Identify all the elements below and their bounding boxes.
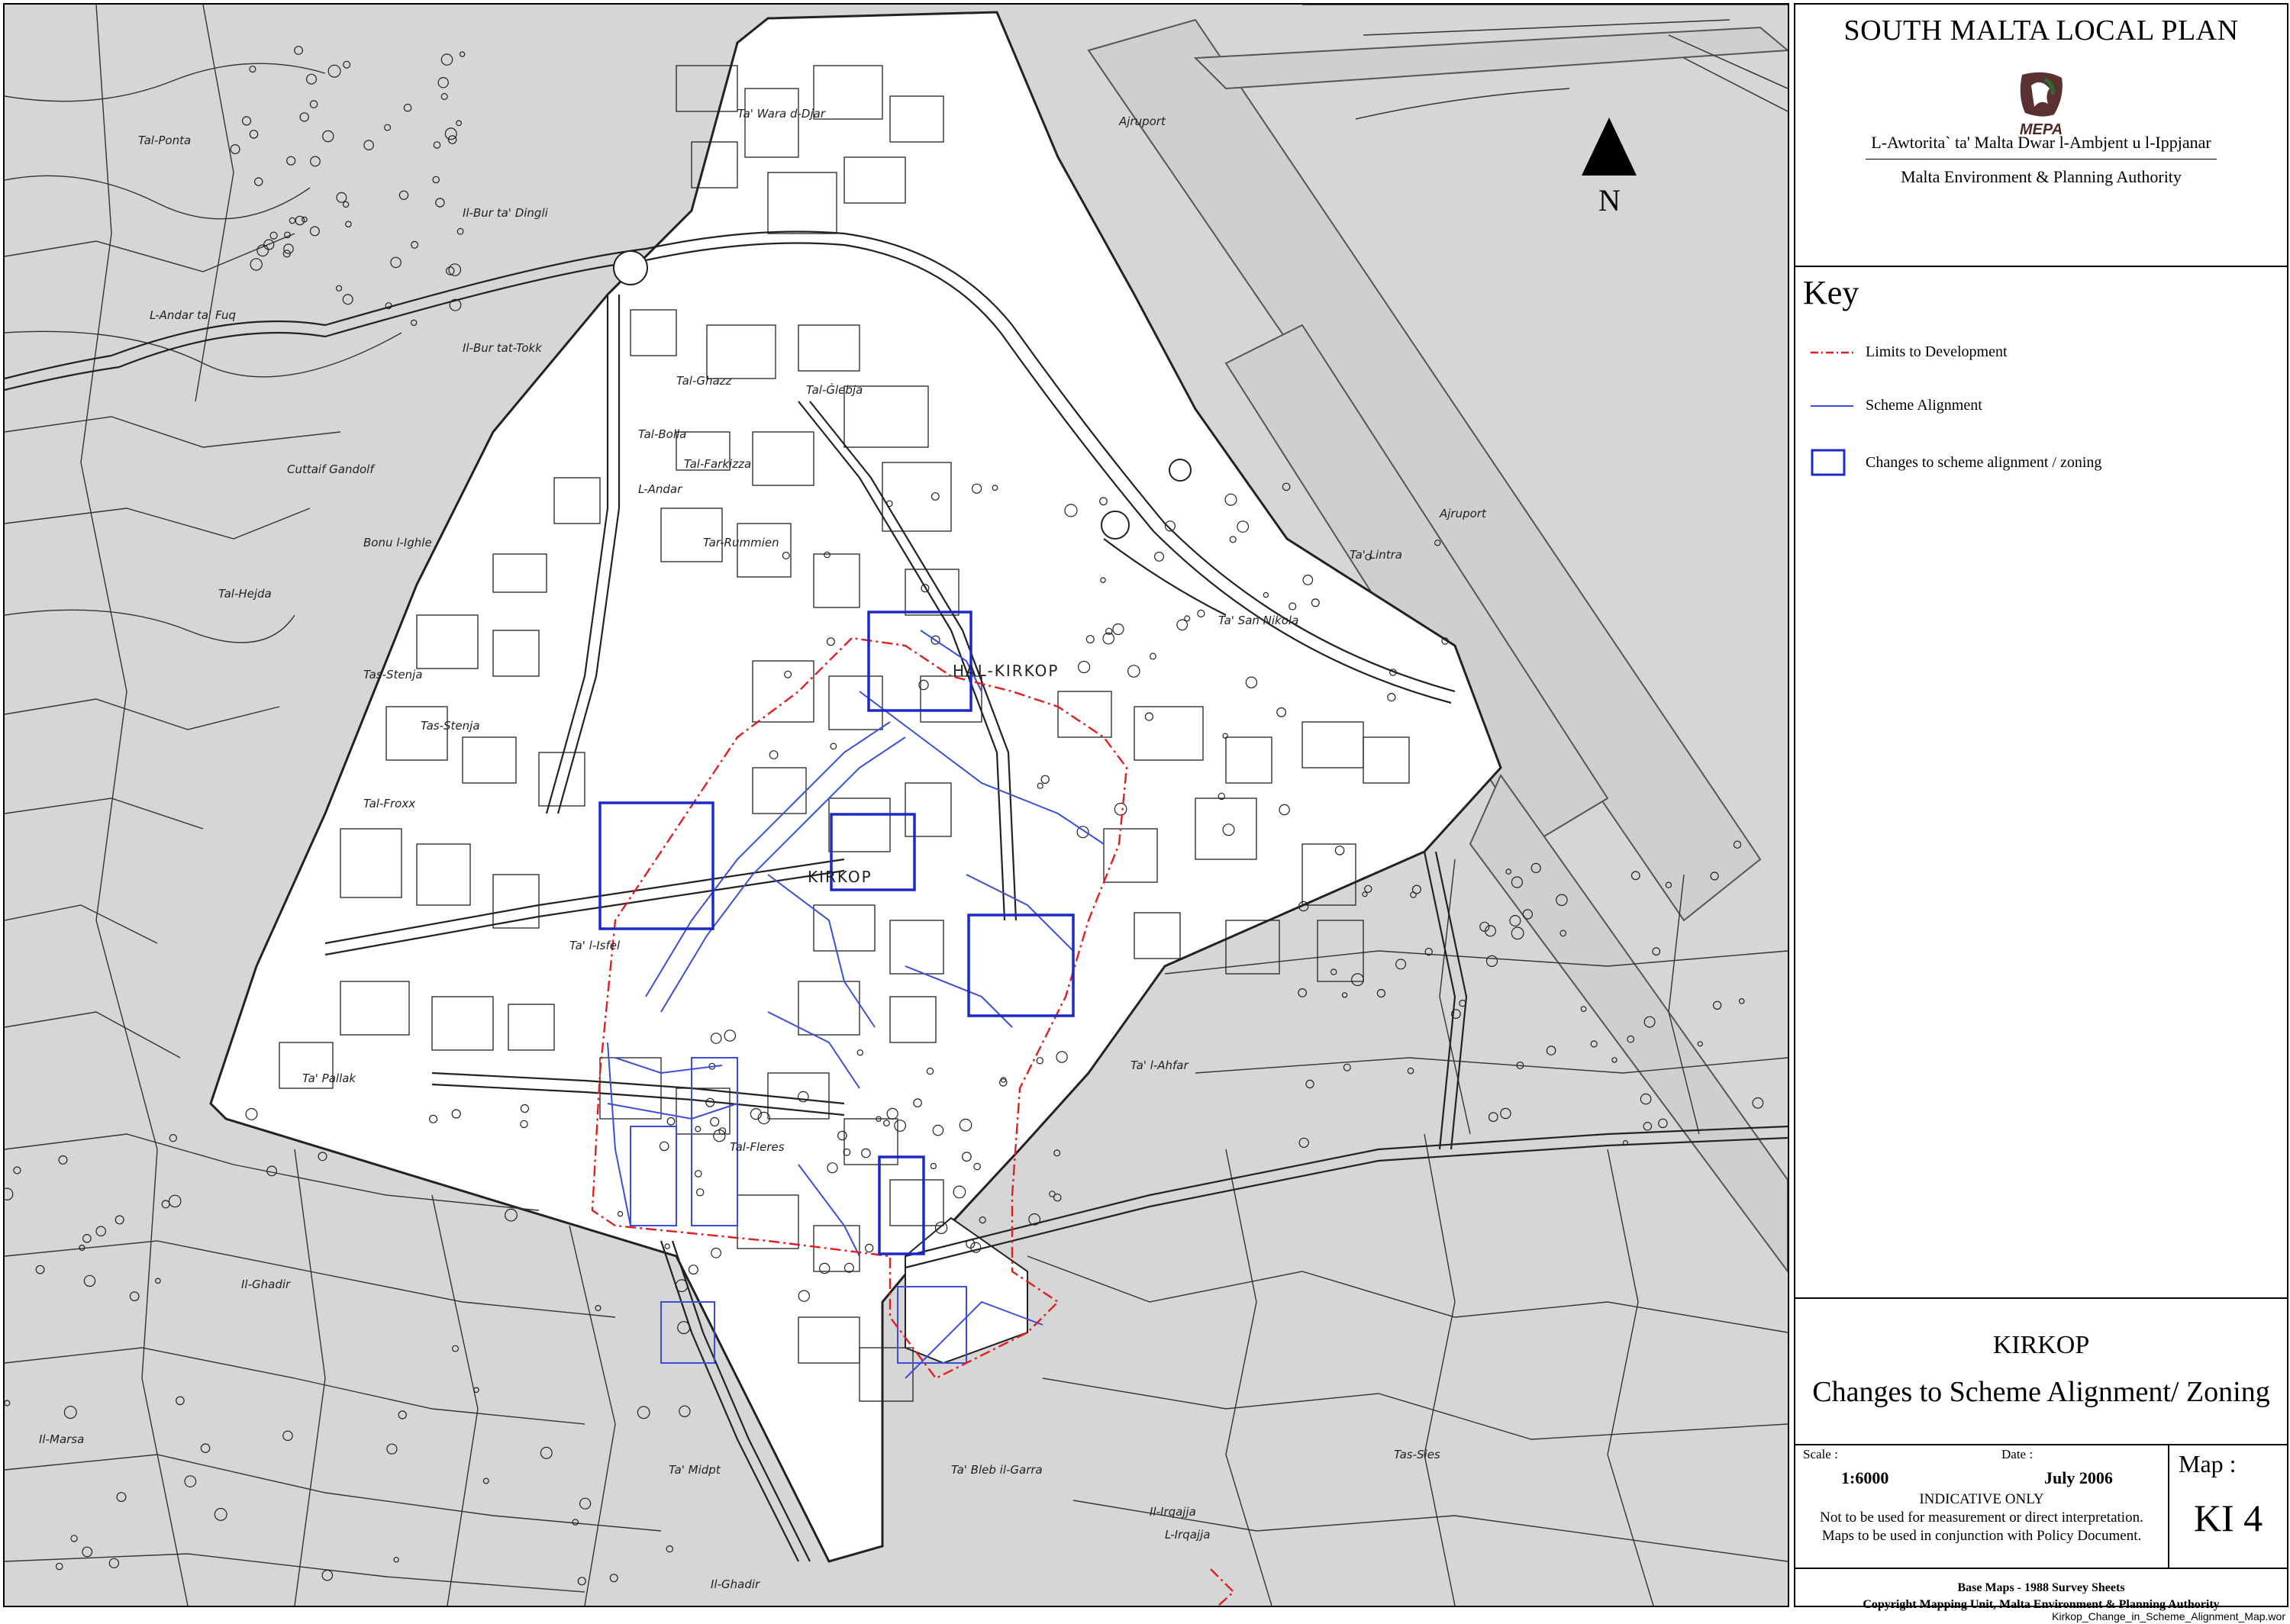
blue-box-icon (1809, 447, 1855, 478)
place-label: Ta' Pallak (302, 1071, 356, 1085)
authority-divider (1866, 159, 2217, 160)
credit-base-maps: Base Maps - 1988 Survey Sheets (1957, 1581, 2125, 1594)
legend-panel: SOUTH MALTA LOCAL PLAN MEPA L-Awtorita` … (1794, 3, 2288, 1611)
map-number: KI 4 (2193, 1497, 2263, 1539)
north-label: N (1598, 183, 1621, 218)
key-heading: Key (1803, 274, 1859, 311)
mepa-logo: MEPA (2014, 69, 2068, 138)
place-label: Tas-Stenja (363, 668, 423, 682)
locality-name: KIRKOP (1992, 1331, 2090, 1359)
note-measurement: Not to be used for measurement or direct… (1820, 1510, 2143, 1526)
place-label: Ta' Midpt (669, 1463, 721, 1477)
place-label: Tas-Stenja (421, 719, 480, 733)
place-label: Tal-Froxx (363, 797, 415, 810)
place-label: Tal-Farkizza (684, 457, 751, 471)
scale-value: 1:6000 (1841, 1468, 1889, 1487)
date-value: July 2006 (2044, 1468, 2113, 1487)
blue-line-icon (1809, 398, 1855, 414)
place-label: Il-Ghadir (241, 1278, 291, 1291)
map-name-block: KIRKOP Changes to Scheme Alignment/ Zoni… (1795, 1299, 2287, 1445)
place-label: Il-Irqajja (1150, 1505, 1196, 1519)
place-label: L-Andar ta' Fuq (150, 308, 236, 322)
key-label-limits: Limits to Development (1866, 343, 2008, 360)
key-block: Key Limits to Development Scheme Alignme… (1795, 267, 2287, 1299)
place-label: Bonu l-Ighle (363, 536, 432, 549)
place-label: Tal-Ghazz (676, 374, 733, 388)
info-left: Scale : 1:6000 Date : July 2006 INDICATI… (1795, 1445, 2169, 1568)
plan-title: SOUTH MALTA LOCAL PLAN (1843, 14, 2239, 47)
place-label: Ta' l-Ahfar (1130, 1058, 1189, 1072)
map-frame[interactable]: N HAL-KIRKOP KIRKOP Ta' Wara d-Djar Tal-P… (3, 3, 1789, 1607)
key-item-scheme: Scheme Alignment (1809, 397, 1982, 414)
place-label: Il-Ghadir (711, 1577, 760, 1591)
place-label: Tal-Hejda (218, 587, 272, 601)
place-label: Cuttaif Gandolf (287, 462, 376, 476)
place-label: Ta' San Nikola (1218, 614, 1298, 627)
key-item-limits: Limits to Development (1809, 343, 2008, 361)
map-canvas[interactable]: N HAL-KIRKOP KIRKOP Ta' Wara d-Djar Tal-P… (5, 5, 1788, 1606)
key-label-scheme: Scheme Alignment (1866, 397, 1982, 414)
place-label: Tal-Ponta (138, 134, 191, 147)
info-block: Scale : 1:6000 Date : July 2006 INDICATI… (1795, 1445, 2287, 1569)
scale-label: Scale : (1803, 1447, 1838, 1461)
place-label: Il-Bur tat-Tokk (463, 341, 543, 355)
key-item-changes: Changes to scheme alignment / zoning (1809, 447, 2101, 478)
place-label: L-Irqajja (1165, 1528, 1210, 1542)
place-label: Ta' Lintra (1350, 548, 1402, 562)
mepa-logo-text: MEPA (2019, 121, 2063, 138)
note-indicative: INDICATIVE ONLY (1919, 1491, 2044, 1507)
credit-block: Base Maps - 1988 Survey Sheets Copyright… (1795, 1569, 2287, 1613)
place-label: Tar-Rummien (703, 536, 779, 549)
place-label: Ajruport (1439, 507, 1487, 520)
place-label: Tal-Bolla (638, 427, 686, 441)
place-label: Tal-Fleres (730, 1140, 785, 1154)
title-block: SOUTH MALTA LOCAL PLAN MEPA L-Awtorita` … (1795, 14, 2287, 267)
place-label: Tas-Sies (1394, 1448, 1440, 1461)
place-label: Il-Marsa (39, 1432, 84, 1446)
key-label-changes: Changes to scheme alignment / zoning (1866, 453, 2102, 471)
red-dash-dot-line-icon (1809, 345, 1855, 360)
village-label: HAL-KIRKOP (953, 662, 1059, 680)
authority-name-english: Malta Environment & Planning Authority (1901, 167, 2182, 186)
place-label: Ta' Wara d-Djar (737, 107, 826, 121)
place-label: Tal-Ġlebja (806, 382, 863, 397)
mepa-logo-icon (2020, 72, 2063, 117)
core-label: KIRKOP (808, 868, 872, 886)
place-label: L-Andar (638, 482, 682, 496)
map-title: Changes to Scheme Alignment/ Zoning (1812, 1376, 2270, 1408)
place-label: Ta' Bleb il-Garra (951, 1463, 1043, 1477)
date-label: Date : (2001, 1447, 2034, 1461)
place-label: Il-Bur ta' Dingli (463, 206, 549, 220)
note-policy: Maps to be used in conjunction with Poli… (1821, 1528, 2142, 1544)
map-number-label: Map : (2179, 1450, 2237, 1477)
place-label: Ta' l-Isfel (569, 939, 621, 952)
file-name: Kirkop_Change_in_Scheme_Alignment_Map.wo… (2052, 1610, 2285, 1622)
place-label: Ajruport (1118, 114, 1166, 128)
